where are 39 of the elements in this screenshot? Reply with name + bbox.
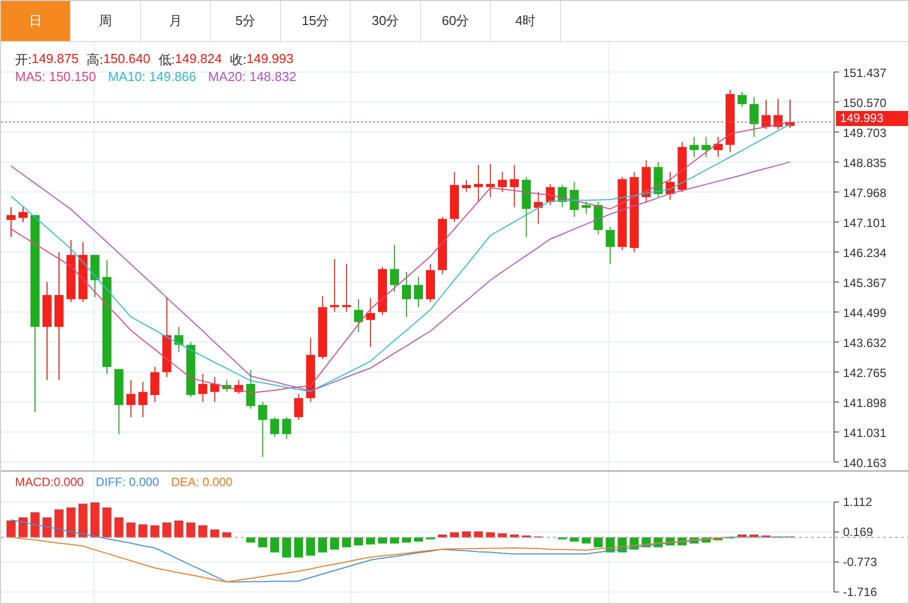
- price-axis-label: 140.163: [843, 456, 886, 470]
- legend-series-name: DIFF: [96, 475, 122, 489]
- legend-value: : 148.832: [242, 69, 296, 84]
- price-axis-label: 144.499: [843, 306, 886, 320]
- price-axis-label: 141.898: [843, 396, 886, 410]
- legend-value: : 0.000: [122, 475, 160, 489]
- price-axis-label: 150.570: [843, 96, 886, 110]
- price-axis-label: 147.101: [843, 216, 886, 230]
- price-axis-label: 142.765: [843, 366, 886, 380]
- macd-axis-label: -1.716: [843, 585, 878, 599]
- price-axis-label: 151.437: [843, 66, 886, 80]
- last-price-tag: 149.993: [836, 111, 908, 126]
- price-axis-label: 143.632: [843, 336, 886, 350]
- legend-value: :0.000: [50, 475, 84, 489]
- legend-series-name: MA10: [108, 69, 142, 84]
- price-legend-value: 150.640: [103, 51, 150, 68]
- price-axis-label: 141.031: [843, 426, 886, 440]
- price-axis-label: 147.968: [843, 186, 886, 200]
- price-legend-value: 149.993: [246, 51, 294, 68]
- legend-value: : 150.150: [42, 69, 96, 84]
- legend-series-name: DEA: [171, 475, 196, 489]
- price-legend-value: 149.875: [32, 51, 79, 68]
- legend-value: : 0.000: [196, 475, 232, 489]
- price-axis-label: 146.234: [843, 246, 886, 260]
- legend-series-name: MA20: [208, 69, 242, 84]
- legend-value: : 149.866: [142, 69, 196, 84]
- legend-series-name: MACD: [15, 475, 50, 489]
- macd-axis-label: 1.112: [843, 495, 872, 509]
- price-legend-label: 开:: [15, 51, 32, 69]
- macd-axis-label: 0.169: [843, 525, 874, 539]
- price-axis-label: 148.835: [843, 156, 886, 170]
- price-legend-label: 收:: [230, 51, 246, 69]
- legend-series-name: MA5: [15, 69, 42, 84]
- price-axis-label: 149.703: [843, 126, 886, 140]
- price-legend-value: 149.824: [174, 51, 222, 68]
- price-legend-label: 高:: [86, 51, 104, 69]
- price-legend-label: 低:: [158, 51, 175, 69]
- price-axis-label: 145.367: [843, 276, 886, 290]
- macd-axis-label: -0.773: [843, 555, 878, 569]
